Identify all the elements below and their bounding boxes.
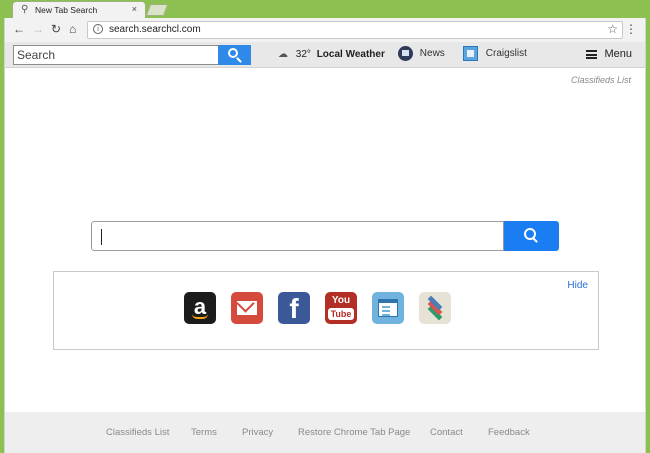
footer-link-contact[interactable]: Contact [430, 427, 463, 438]
craigslist-icon [463, 46, 478, 61]
page-content: ☁ 32° Local Weather News Craigslist Menu… [4, 42, 646, 453]
tab-title: New Tab Search [35, 5, 98, 15]
reload-icon[interactable]: ↻ [51, 22, 61, 36]
footer-link-terms[interactable]: Terms [191, 427, 217, 438]
weather-widget[interactable]: ☁ 32° Local Weather [278, 49, 385, 60]
address-bar[interactable]: i search.searchcl.com ☆ [87, 21, 623, 39]
home-icon[interactable]: ⌂ [69, 22, 76, 36]
header-search-button[interactable] [218, 45, 251, 65]
top-navigation-bar: ☁ 32° Local Weather News Craigslist Menu [5, 42, 645, 68]
search-favicon-icon: ⚲ [21, 4, 29, 15]
new-tab-button[interactable] [145, 4, 169, 16]
footer-link-feedback[interactable]: Feedback [488, 427, 530, 438]
weather-temperature: 32° [295, 49, 311, 60]
amazon-shortcut-icon[interactable]: a [184, 292, 216, 324]
footer-link-restore-chrome-tab-page[interactable]: Restore Chrome Tab Page [298, 427, 410, 438]
menu-button[interactable]: Menu [586, 48, 632, 60]
news-link[interactable]: News [398, 46, 445, 61]
tab-close-icon[interactable]: × [132, 4, 137, 14]
main-search-input[interactable] [92, 222, 503, 250]
address-url: search.searchcl.com [109, 24, 201, 35]
facebook-shortcut-icon[interactable]: f [278, 292, 310, 324]
amazon-smile [192, 314, 208, 319]
youtube-logo-bottom: Tube [328, 308, 354, 320]
main-search-field[interactable] [91, 221, 504, 251]
info-icon[interactable]: i [93, 24, 103, 34]
news-icon [398, 46, 413, 61]
browser-window: ⚲ New Tab Search × ← → ↻ ⌂ i search.sear… [0, 0, 650, 453]
browser-toolbar: ← → ↻ ⌂ i search.searchcl.com ☆ ⋮ [4, 18, 646, 42]
text-cursor [101, 229, 102, 245]
tab-new-tab-search[interactable]: ⚲ New Tab Search × [12, 1, 146, 18]
tab-strip: ⚲ New Tab Search × [0, 0, 650, 18]
footer-link-privacy[interactable]: Privacy [242, 427, 273, 438]
hide-shortcuts-link[interactable]: Hide [567, 280, 588, 291]
craigslist-label: Craigslist [485, 48, 527, 59]
search-icon [524, 228, 536, 240]
craigslist-link[interactable]: Craigslist [463, 46, 527, 61]
window-icon [378, 299, 398, 317]
kebab-menu-icon[interactable]: ⋮ [625, 22, 637, 36]
search-icon [228, 48, 238, 58]
main-search-button[interactable] [504, 221, 559, 251]
browser-window-shortcut-icon[interactable] [372, 292, 404, 324]
envelope-icon [237, 301, 257, 315]
youtube-shortcut-icon[interactable]: You Tube [325, 292, 357, 324]
star-icon[interactable]: ☆ [607, 22, 618, 36]
layers-shortcut-icon[interactable] [419, 292, 451, 324]
menu-label: Menu [604, 48, 632, 61]
header-search-input[interactable] [14, 46, 218, 64]
back-arrow-icon[interactable]: ← [13, 22, 25, 36]
cloud-icon: ☁ [278, 49, 288, 60]
header-search-field[interactable] [13, 45, 219, 65]
classifieds-list-link[interactable]: Classifieds List [571, 75, 631, 85]
forward-arrow-icon[interactable]: → [32, 22, 44, 36]
facebook-logo: f [289, 293, 299, 324]
footer-link-classifieds-list[interactable]: Classifieds List [106, 427, 169, 438]
hamburger-icon [586, 49, 598, 59]
gmail-shortcut-icon[interactable] [231, 292, 263, 324]
footer: Classifieds List Terms Privacy Restore C… [5, 412, 645, 453]
news-label: News [419, 48, 445, 59]
youtube-logo-top: You [331, 295, 351, 306]
shortcuts-panel: Hide a f You Tube [53, 271, 599, 350]
weather-label: Local Weather [316, 49, 385, 60]
